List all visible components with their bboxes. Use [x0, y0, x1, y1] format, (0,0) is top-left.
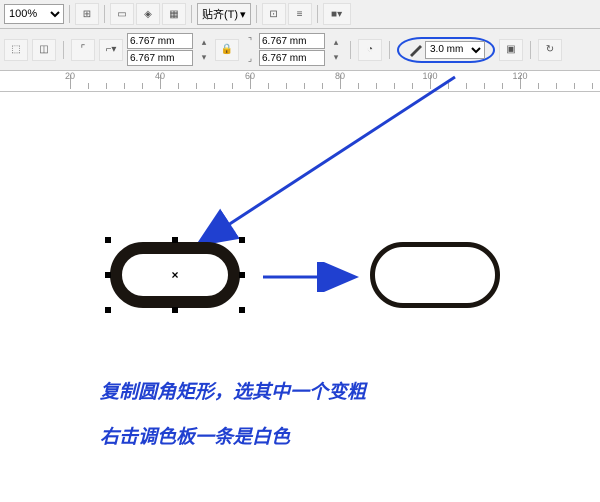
separator: [104, 5, 105, 23]
ruler-tick-minor: [394, 83, 395, 89]
ruler-tick-minor: [106, 83, 107, 89]
selection-handle[interactable]: [172, 237, 178, 243]
spinner-right: ▴ ▾: [329, 35, 343, 64]
ruler-tick-minor: [268, 83, 269, 89]
spin-down-icon[interactable]: ▾: [329, 50, 343, 64]
separator: [191, 5, 192, 23]
fit-page-icon[interactable]: ▭: [110, 3, 134, 25]
ruler-label: 120: [512, 71, 527, 81]
spinner-left: ▴ ▾: [197, 35, 211, 64]
annotation-arrow-2: [258, 262, 368, 292]
separator: [63, 41, 64, 59]
corner-br-x[interactable]: [259, 50, 325, 66]
spin-up-icon[interactable]: ▴: [329, 35, 343, 49]
ruler-tick-minor: [214, 83, 215, 89]
dropdown-icon: ▾: [240, 8, 246, 21]
selection-handle[interactable]: [239, 272, 245, 278]
ruler-tick-minor: [358, 83, 359, 89]
selection-handle[interactable]: [105, 272, 111, 278]
convert-curves-icon[interactable]: ↻: [538, 39, 562, 61]
corner-right-dims: ⌝ ⌟: [243, 33, 325, 66]
separator: [389, 41, 390, 59]
ruler-label: 40: [155, 71, 165, 81]
selection-handle[interactable]: [105, 237, 111, 243]
lock-corners-icon[interactable]: 🔒: [215, 39, 239, 61]
corner-bl-x[interactable]: [127, 50, 193, 66]
ruler-tick-minor: [376, 83, 377, 89]
ruler-tick-minor: [466, 83, 467, 89]
separator: [317, 5, 318, 23]
ruler-horizontal: 20 40 60 80 100 120: [0, 71, 600, 92]
corner-tl-icon[interactable]: ⌜: [71, 39, 95, 61]
separator: [69, 5, 70, 23]
ruler-label: 100: [422, 71, 437, 81]
separator: [530, 41, 531, 59]
toolbar-top: 100% ⊞ ▭ ◈ ▦ 贴齐(T) ▾ ⊡ ≡ ■▾: [0, 0, 600, 29]
fill-icon[interactable]: ■▾: [323, 3, 351, 25]
corner-br-icon: ⌟: [243, 51, 257, 65]
ruler-tick-minor: [322, 83, 323, 89]
ruler-tick-minor: [574, 83, 575, 89]
ruler-tick-minor: [142, 83, 143, 89]
outline-width-group: 3.0 mm: [397, 37, 495, 63]
corner-tr-x[interactable]: [259, 33, 325, 49]
wireframe-icon[interactable]: ▦: [162, 3, 186, 25]
instruction-line-2: 右击调色板一条是白色: [100, 422, 290, 449]
ruler-tick-minor: [592, 83, 593, 89]
zoom-select[interactable]: 100%: [4, 4, 64, 24]
ruler-tick-minor: [412, 83, 413, 89]
options-icon[interactable]: ⊡: [262, 3, 286, 25]
toolbar-properties: ⬚ ◫ ⌜ ⌐▾ ▴ ▾ 🔒 ⌝ ⌟ ▴ ▾ ◔ 3.0 mm ▣ ↻: [0, 29, 600, 71]
ruler-tick-minor: [232, 83, 233, 89]
ruler-label: 60: [245, 71, 255, 81]
separator: [256, 5, 257, 23]
separator: [350, 41, 351, 59]
ruler-tick-minor: [556, 83, 557, 89]
ruler-tick-minor: [124, 83, 125, 89]
pen-icon: [407, 42, 423, 58]
corner-tr-icon: ⌝: [243, 34, 257, 48]
ruler-tick-minor: [538, 83, 539, 89]
ruler-tick-minor: [196, 83, 197, 89]
corner-type-icon[interactable]: ⌐▾: [99, 39, 123, 61]
scallop-icon[interactable]: ◔: [358, 39, 382, 61]
ruler-label: 80: [335, 71, 345, 81]
preview-icon[interactable]: ◈: [136, 3, 160, 25]
ruler-label: 20: [65, 71, 75, 81]
ungroup-icon[interactable]: ⬚: [4, 39, 28, 61]
selection-handle[interactable]: [239, 237, 245, 243]
spin-up-icon[interactable]: ▴: [197, 35, 211, 49]
ruler-tick-minor: [484, 83, 485, 89]
outline-width-select[interactable]: 3.0 mm: [425, 41, 485, 59]
ruler-tick-minor: [448, 83, 449, 89]
rounded-rect-copy[interactable]: [370, 242, 500, 308]
snap-label: 贴齐(T): [202, 6, 238, 22]
corner-left-dims: [127, 33, 193, 66]
selection-handle[interactable]: [172, 307, 178, 313]
corner-tl-x[interactable]: [127, 33, 193, 49]
selected-rounded-rect[interactable]: ×: [110, 242, 240, 308]
ruler-tick-minor: [286, 83, 287, 89]
instruction-line-1: 复制圆角矩形，选其中一个变粗: [100, 377, 366, 404]
snap-button[interactable]: 贴齐(T) ▾: [197, 3, 251, 25]
zoom-tool-icon[interactable]: ⊞: [75, 3, 99, 25]
ruler-tick-minor: [88, 83, 89, 89]
ruler-tick-minor: [502, 83, 503, 89]
spin-down-icon[interactable]: ▾: [197, 50, 211, 64]
selection-handle[interactable]: [239, 307, 245, 313]
canvas[interactable]: × 复制圆角矩形，选其中一个变粗 右击调色板一条是白色: [0, 92, 600, 502]
center-marker: ×: [171, 268, 178, 282]
front-icon[interactable]: ▣: [499, 39, 523, 61]
ruler-tick-minor: [304, 83, 305, 89]
selection-handle[interactable]: [105, 307, 111, 313]
list-icon[interactable]: ≡: [288, 3, 312, 25]
ruler-tick-minor: [178, 83, 179, 89]
combine-icon[interactable]: ◫: [32, 39, 56, 61]
